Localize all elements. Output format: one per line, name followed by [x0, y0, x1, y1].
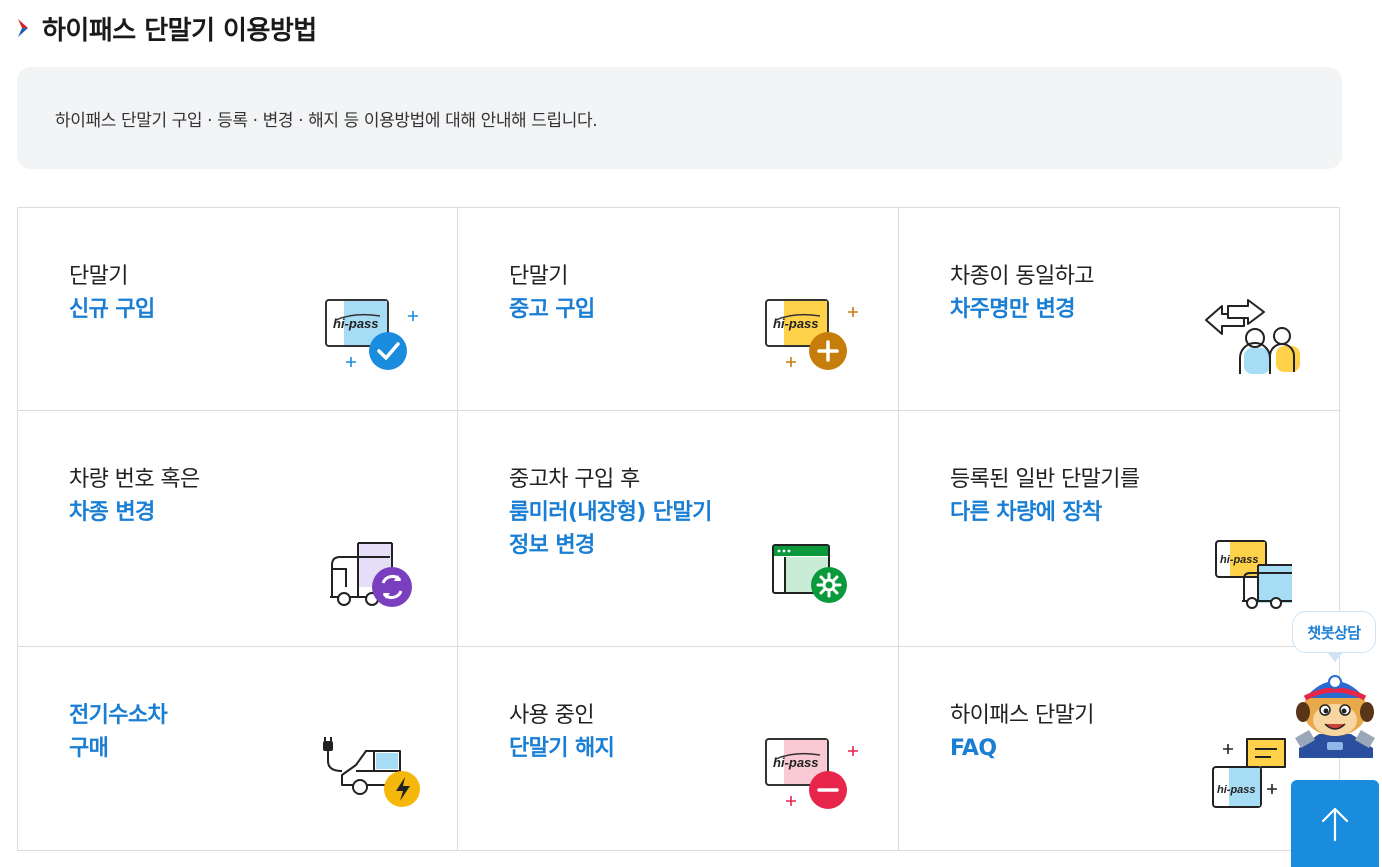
owner-change-icon — [1205, 299, 1300, 374]
card-line1: 사용 중인 — [509, 703, 595, 728]
hipass-cancel-icon: hi-pass — [765, 738, 858, 809]
hipass-used-purchase-icon: hi-pass — [765, 299, 858, 370]
chatbot-bubble-tail — [1327, 652, 1343, 662]
faq-chat-icon: hi-pass — [1212, 738, 1286, 808]
intro-box: 하이패스 단말기 구입 · 등록 · 변경 · 해지 등 이용방법에 대해 안내… — [17, 67, 1342, 169]
page-title: 하이패스 단말기 이용방법 — [42, 15, 317, 46]
card-text: 등록된 일반 단말기를 다른 차량에 장착 — [950, 463, 1140, 529]
card-used-purchase[interactable]: 단말기 중고 구입 hi-pass — [458, 208, 899, 411]
chatbot-label: 챗봇상담 — [1307, 623, 1361, 642]
card-text: 사용 중인 단말기 해지 — [509, 699, 615, 765]
card-title: 다른 차량에 장착 — [950, 500, 1102, 525]
card-line1: 단말기 — [509, 264, 569, 289]
card-line1: 차종이 동일하고 — [950, 264, 1094, 289]
card-ev-purchase[interactable]: 전기수소차 구매 — [18, 647, 458, 850]
card-text: 단말기 중고 구입 — [509, 260, 595, 326]
card-faq[interactable]: 하이패스 단말기 FAQ hi-pass — [899, 647, 1339, 850]
card-title: 차종 변경 — [69, 500, 155, 525]
arrow-up-icon — [1321, 807, 1349, 841]
card-title: 차주명만 변경 — [950, 297, 1076, 322]
vehicle-change-icon — [330, 542, 412, 607]
card-title-2: 구매 — [69, 736, 109, 761]
card-title-2: 정보 변경 — [509, 533, 595, 558]
card-owner-change[interactable]: 차종이 동일하고 차주명만 변경 — [899, 208, 1339, 411]
card-title: 신규 구입 — [69, 297, 155, 322]
card-text: 전기수소차 구매 — [69, 699, 168, 765]
mascot-icon — [1295, 675, 1375, 758]
card-cancel-device[interactable]: 사용 중인 단말기 해지 hi-pass — [458, 647, 899, 850]
card-line1: 차량 번호 혹은 — [69, 467, 200, 492]
card-text: 차종이 동일하고 차주명만 변경 — [950, 260, 1094, 326]
card-roommirror-change[interactable]: 중고차 구입 후 룸미러(내장형) 단말기 정보 변경 — [458, 411, 899, 647]
svg-text:hi-pass: hi-pass — [1217, 784, 1256, 796]
card-title: 단말기 해지 — [509, 736, 615, 761]
card-line1: 중고차 구입 후 — [509, 467, 640, 492]
card-text: 차량 번호 혹은 차종 변경 — [69, 463, 200, 529]
card-move-device[interactable]: 등록된 일반 단말기를 다른 차량에 장착 hi-pass — [899, 411, 1339, 647]
svg-text:hi-pass: hi-pass — [1220, 554, 1259, 566]
hipass-truck-icon: hi-pass — [1215, 540, 1292, 609]
card-text: 단말기 신규 구입 — [69, 260, 155, 326]
card-text: 하이패스 단말기 FAQ — [950, 699, 1094, 765]
page-header: 하이패스 단말기 이용방법 — [16, 10, 317, 46]
chevron-right-icon — [18, 19, 28, 37]
usage-card-grid: 단말기 신규 구입 hi-pass 단말기 중고 구입 hi-pass 차종이 … — [17, 207, 1340, 851]
card-title: FAQ — [950, 736, 997, 761]
card-text: 중고차 구입 후 룸미러(내장형) 단말기 정보 변경 — [509, 463, 712, 562]
card-line1: 등록된 일반 단말기를 — [950, 467, 1140, 492]
settings-window-icon — [772, 544, 847, 603]
card-title: 전기수소차 — [69, 703, 168, 728]
card-line1: 하이패스 단말기 — [950, 703, 1094, 728]
ev-charging-car-icon — [323, 737, 420, 807]
card-vehicle-change[interactable]: 차량 번호 혹은 차종 변경 — [18, 411, 458, 647]
scroll-top-button[interactable] — [1291, 780, 1379, 867]
hipass-new-purchase-icon: hi-pass — [325, 299, 418, 370]
intro-text: 하이패스 단말기 구입 · 등록 · 변경 · 해지 등 이용방법에 대해 안내… — [55, 110, 598, 131]
chatbot-bubble[interactable]: 챗봇상담 — [1292, 611, 1376, 653]
chatbot-widget[interactable]: 챗봇상담 — [1289, 608, 1381, 758]
card-line1: 단말기 — [69, 264, 129, 289]
card-title: 중고 구입 — [509, 297, 595, 322]
card-new-purchase[interactable]: 단말기 신규 구입 hi-pass — [18, 208, 458, 411]
card-title: 룸미러(내장형) 단말기 — [509, 500, 712, 525]
